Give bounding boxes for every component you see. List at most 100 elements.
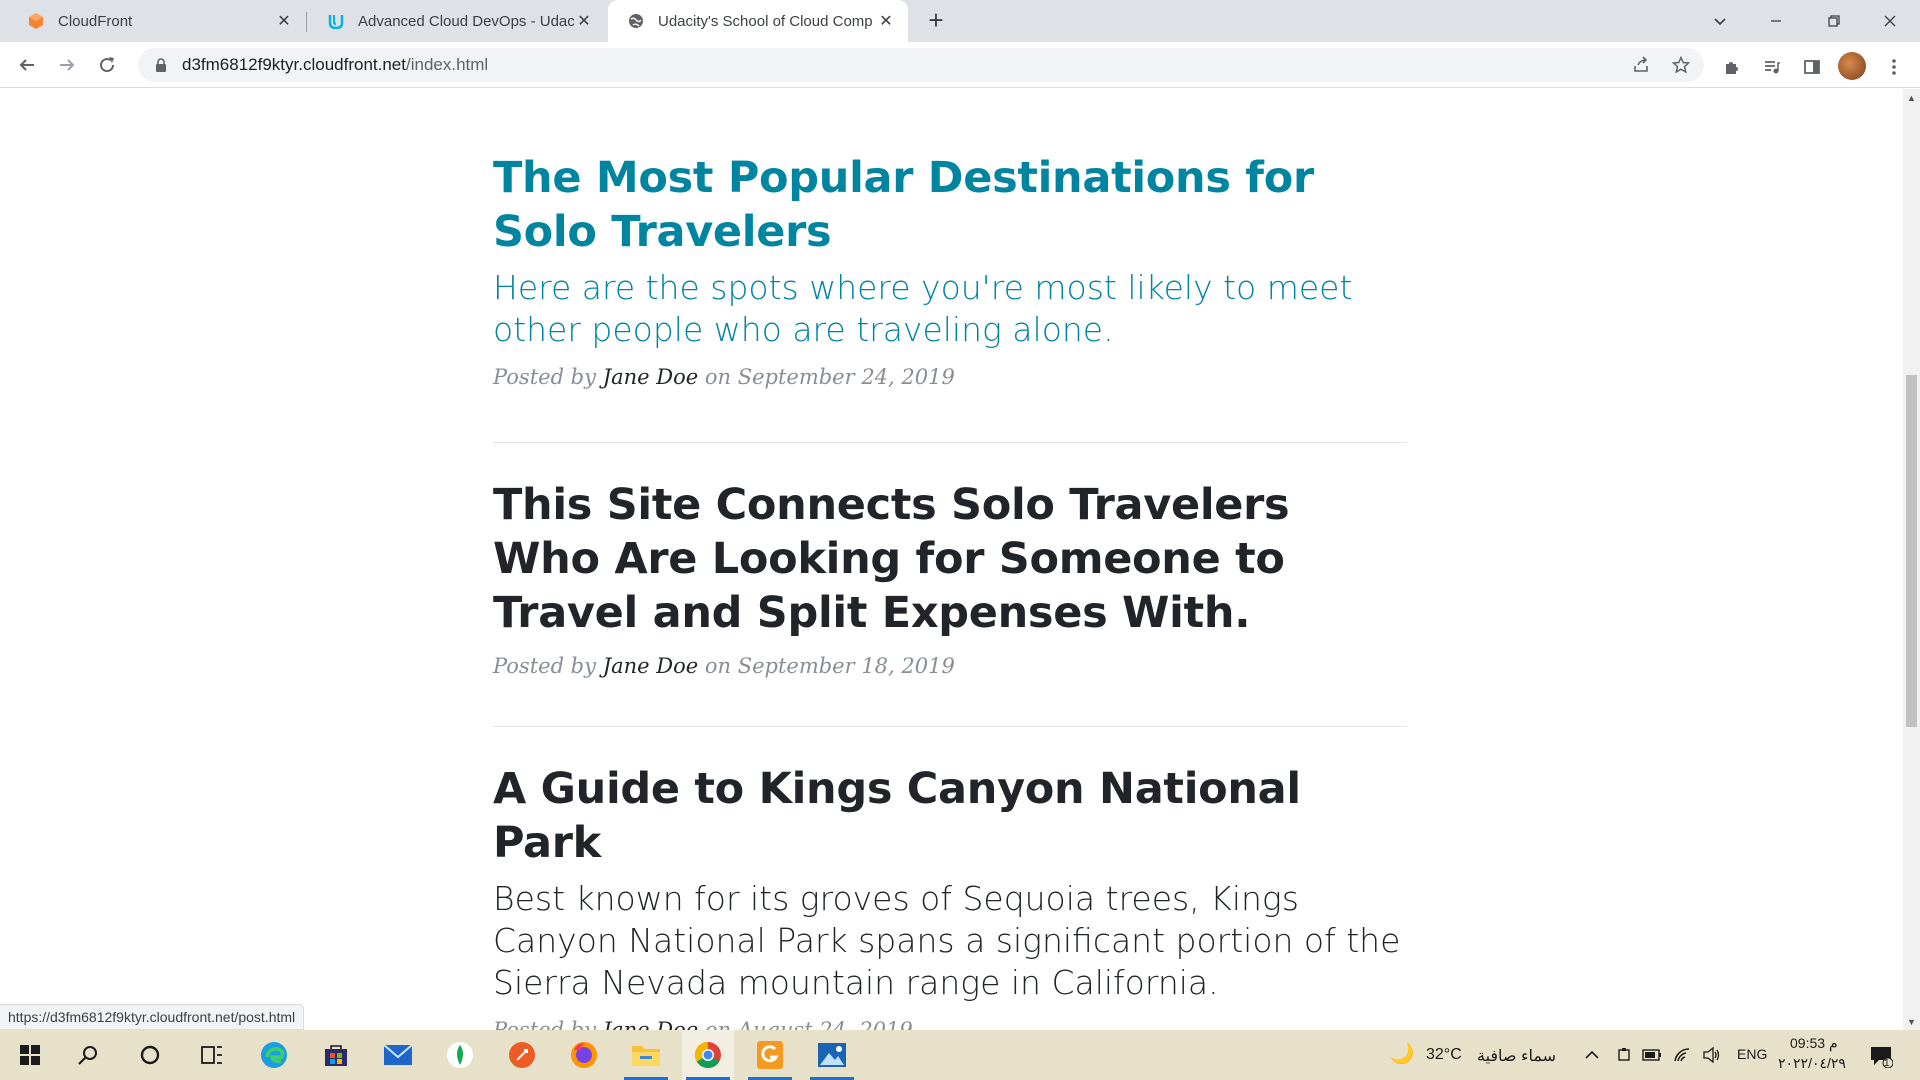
udacity-icon bbox=[326, 11, 346, 31]
show-hidden-icons-chevron-icon[interactable] bbox=[1582, 1045, 1602, 1065]
post-title[interactable]: This Site Connects Solo Travelers Who Ar… bbox=[493, 478, 1407, 640]
firefox-app[interactable] bbox=[558, 1030, 610, 1080]
reload-icon bbox=[100, 57, 115, 73]
input-language[interactable]: ENG bbox=[1737, 1046, 1767, 1062]
microsoft-store-app[interactable] bbox=[310, 1030, 362, 1080]
vertical-scrollbar[interactable]: ▲ ▼ bbox=[1903, 89, 1920, 1030]
volume-icon[interactable] bbox=[1702, 1045, 1722, 1065]
tab-search-icon[interactable] bbox=[1692, 0, 1748, 42]
notification-count: 1 bbox=[1884, 1058, 1890, 1069]
post-title[interactable]: The Most Popular Destinations for Solo T… bbox=[493, 151, 1407, 259]
mail-app[interactable] bbox=[372, 1030, 424, 1080]
new-tab-button[interactable]: + bbox=[922, 5, 950, 35]
scrollbar-thumb[interactable] bbox=[1906, 375, 1917, 727]
edge-icon bbox=[261, 1042, 287, 1068]
post-author-link[interactable]: Jane Doe bbox=[603, 654, 698, 678]
windows-logo-icon bbox=[20, 1045, 40, 1065]
clock-date[interactable]: ٢٠٢٢/٠٤/٢٩ bbox=[1778, 1055, 1846, 1072]
scroll-down-arrow-icon[interactable]: ▼ bbox=[1903, 1013, 1920, 1030]
firefox-icon bbox=[571, 1042, 597, 1068]
posted-by-label: Posted by bbox=[493, 365, 596, 389]
post-date: on September 24, 2019 bbox=[704, 365, 955, 389]
chrome-icon bbox=[694, 1041, 721, 1069]
edge-app[interactable] bbox=[248, 1030, 300, 1080]
reload-button[interactable] bbox=[92, 50, 122, 80]
forward-button[interactable] bbox=[52, 50, 82, 80]
clock-time[interactable]: 09:53 م bbox=[1790, 1035, 1838, 1052]
post-subtitle[interactable]: Best known for its groves of Sequoia tre… bbox=[493, 878, 1407, 1004]
store-icon bbox=[325, 1045, 347, 1066]
weather-description[interactable]: سماء صافية bbox=[1477, 1046, 1556, 1066]
tab-cloudfront[interactable]: CloudFront ✕ bbox=[8, 0, 306, 42]
tab-udacity-school[interactable]: Udacity's School of Cloud Comp ✕ bbox=[608, 0, 908, 42]
wifi-icon[interactable] bbox=[1672, 1045, 1692, 1065]
search-button[interactable] bbox=[62, 1030, 114, 1080]
address-bar[interactable]: d3fm6812f9ktyr.cloudfront.net/index.html bbox=[138, 48, 1704, 82]
side-panel-icon[interactable] bbox=[1801, 56, 1823, 78]
post-meta: Posted by Jane Doe on August 24, 2019 bbox=[493, 1018, 1407, 1030]
postman-icon bbox=[509, 1042, 535, 1068]
close-tab-icon[interactable]: ✕ bbox=[574, 11, 594, 31]
post-meta: Posted by Jane Doe on September 18, 2019 bbox=[493, 654, 1407, 678]
tab-separator bbox=[306, 12, 307, 32]
file-explorer-app[interactable] bbox=[620, 1030, 672, 1080]
mail-icon bbox=[383, 1044, 413, 1065]
notification-center-icon[interactable] bbox=[1868, 1043, 1894, 1069]
extensions-puzzle-icon[interactable] bbox=[1721, 56, 1743, 78]
start-button[interactable] bbox=[4, 1030, 56, 1080]
tab-strip: CloudFront ✕ Advanced Cloud DevOps - Uda… bbox=[0, 0, 1920, 42]
post-author-link[interactable]: Jane Doe bbox=[603, 1018, 698, 1030]
bookmark-star-icon[interactable] bbox=[1670, 54, 1692, 76]
post-preview[interactable]: A Guide to Kings Canyon National Park Be… bbox=[493, 762, 1407, 1030]
url-host: d3fm6812f9ktyr.cloudfront.net bbox=[182, 55, 406, 74]
cortana-circle-icon bbox=[140, 1045, 160, 1065]
minimize-button[interactable] bbox=[1748, 0, 1804, 42]
windows-taskbar: 🌙 32°C سماء صافية ENG 09:53 م ٢٠٢٢/٠٤/٢٩… bbox=[0, 1030, 1920, 1080]
chrome-app[interactable] bbox=[682, 1030, 734, 1080]
link-status-bubble: https://d3fm6812f9ktyr.cloudfront.net/po… bbox=[0, 1004, 305, 1030]
scroll-up-arrow-icon[interactable]: ▲ bbox=[1903, 89, 1920, 106]
more-menu-icon[interactable] bbox=[1883, 56, 1905, 78]
folder-icon bbox=[632, 1046, 660, 1066]
task-view-icon bbox=[201, 1046, 222, 1064]
weather-moon-icon[interactable]: 🌙 bbox=[1390, 1043, 1415, 1065]
share-icon[interactable] bbox=[1630, 54, 1652, 76]
post-date: on September 18, 2019 bbox=[704, 654, 955, 678]
post-preview[interactable]: This Site Connects Solo Travelers Who Ar… bbox=[493, 478, 1407, 678]
close-tab-icon[interactable]: ✕ bbox=[876, 11, 896, 31]
browser-toolbar: d3fm6812f9ktyr.cloudfront.net/index.html bbox=[0, 42, 1920, 88]
search-icon bbox=[78, 1046, 97, 1065]
post-preview[interactable]: The Most Popular Destinations for Solo T… bbox=[493, 151, 1407, 389]
weather-temperature[interactable]: 32°C bbox=[1426, 1046, 1462, 1064]
back-button[interactable] bbox=[12, 50, 42, 80]
close-tab-icon[interactable]: ✕ bbox=[274, 11, 294, 31]
restore-button[interactable] bbox=[1806, 0, 1862, 42]
post-author-link[interactable]: Jane Doe bbox=[603, 365, 698, 389]
mongodb-compass-app[interactable] bbox=[434, 1030, 486, 1080]
cortana-button[interactable] bbox=[124, 1030, 176, 1080]
lock-icon[interactable] bbox=[152, 56, 170, 74]
meet-now-icon[interactable] bbox=[1614, 1045, 1634, 1065]
postman-app[interactable] bbox=[496, 1030, 548, 1080]
post-divider bbox=[493, 726, 1407, 727]
tab-udacity[interactable]: Advanced Cloud DevOps - Udaci ✕ bbox=[308, 0, 606, 42]
post-title[interactable]: A Guide to Kings Canyon National Park bbox=[493, 762, 1407, 870]
battery-icon[interactable] bbox=[1642, 1045, 1662, 1065]
photos-app[interactable] bbox=[806, 1030, 858, 1080]
task-view-button[interactable] bbox=[186, 1030, 238, 1080]
close-window-button[interactable] bbox=[1862, 0, 1918, 42]
profile-avatar[interactable] bbox=[1838, 52, 1866, 80]
url-path: /index.html bbox=[405, 55, 489, 74]
posted-by-label: Posted by bbox=[493, 654, 596, 678]
aws-cube-icon bbox=[26, 11, 46, 31]
forward-arrow-icon bbox=[60, 59, 75, 71]
post-divider bbox=[493, 442, 1407, 443]
post-meta: Posted by Jane Doe on September 24, 2019 bbox=[493, 365, 1407, 389]
photos-icon bbox=[818, 1043, 846, 1067]
back-arrow-icon bbox=[19, 59, 34, 71]
pdf-app[interactable] bbox=[744, 1030, 796, 1080]
tab-title: Udacity's School of Cloud Comp bbox=[658, 12, 873, 30]
media-queue-icon[interactable] bbox=[1761, 56, 1783, 78]
post-subtitle[interactable]: Here are the spots where you're most lik… bbox=[493, 267, 1407, 351]
mongodb-leaf-icon bbox=[447, 1042, 473, 1068]
